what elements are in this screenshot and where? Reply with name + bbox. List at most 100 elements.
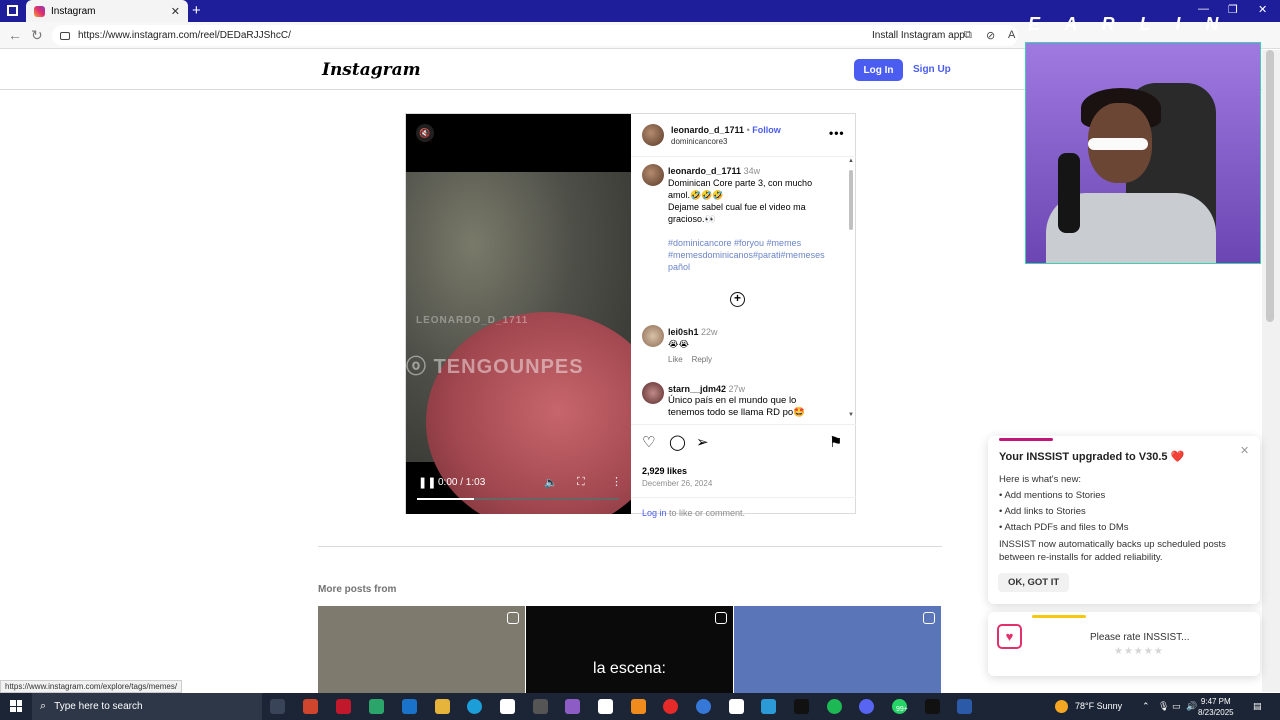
spotify-icon[interactable]: [827, 699, 842, 714]
restore-icon[interactable]: ❐: [1228, 3, 1238, 16]
load-more-comments-icon[interactable]: +: [730, 292, 745, 307]
login-link[interactable]: Log in: [642, 508, 667, 518]
start-icon[interactable]: [10, 700, 22, 712]
weather-text[interactable]: 78°F Sunny: [1075, 701, 1122, 711]
lock-icon: [60, 31, 70, 40]
fullscreen-icon[interactable]: ⛶: [577, 476, 585, 489]
hashtag-line[interactable]: #dominicancore #foryou #memes: [668, 237, 840, 249]
notification-icon[interactable]: ▤: [1253, 701, 1262, 712]
page-scrollbar[interactable]: [1262, 50, 1280, 692]
mute-icon[interactable]: 🔇: [416, 124, 434, 142]
video-options-icon[interactable]: ⋮: [611, 475, 622, 488]
signup-button[interactable]: Sign Up: [913, 64, 951, 75]
outlook-icon[interactable]: [402, 699, 417, 714]
app-icon[interactable]: [794, 699, 809, 714]
scroll-up-icon[interactable]: ▲: [848, 158, 854, 164]
window-menu-icon[interactable]: [7, 5, 18, 16]
tab-instagram[interactable]: Instagram ✕: [26, 0, 188, 22]
author-username[interactable]: leonardo_d_1711: [671, 125, 744, 135]
more-post-thumb[interactable]: [734, 606, 941, 694]
video-progress-fill: [417, 498, 474, 500]
file-explorer-icon[interactable]: [435, 699, 450, 714]
comment-avatar[interactable]: [642, 325, 664, 347]
rating-stars[interactable]: ★★★★★: [1114, 646, 1164, 657]
close-window-icon[interactable]: ✕: [1258, 3, 1267, 16]
instagram-logo[interactable]: Instagram: [322, 60, 421, 80]
caption-line: gracioso.👀: [668, 214, 716, 224]
tray-chevron-icon[interactable]: ⌃: [1142, 701, 1150, 712]
app-icon[interactable]: [598, 699, 613, 714]
author-avatar[interactable]: [642, 124, 664, 146]
app-icon[interactable]: [533, 699, 548, 714]
follow-button[interactable]: Follow: [752, 125, 781, 135]
hashtag-line[interactable]: #memesdominicanos#parati#memeses: [668, 249, 840, 261]
task-view-icon[interactable]: [270, 699, 285, 714]
volume-muted-icon[interactable]: 🔈: [544, 476, 558, 489]
reel-icon: [507, 612, 519, 624]
app-icon[interactable]: [500, 699, 515, 714]
reel-video[interactable]: LEONARDO_D_1711 ⓞ TENGOUNPES 🔇 ❚❚ 0:00 /…: [406, 114, 631, 514]
close-tab-icon[interactable]: ✕: [171, 5, 180, 18]
edge-icon[interactable]: [467, 699, 482, 714]
store-icon[interactable]: [369, 699, 384, 714]
windows-taskbar: ⌕ Type here to search 99+ 78°F Sunny ⌃ 🎙…: [0, 693, 1280, 720]
weather-sun-icon[interactable]: [1055, 700, 1068, 713]
youtube-icon[interactable]: [663, 699, 678, 714]
video-progress-bar[interactable]: [417, 498, 619, 500]
volume-icon[interactable]: 🔊: [1186, 701, 1197, 712]
hashtag-line[interactable]: pañol: [668, 261, 840, 273]
taskbar-clock[interactable]: 9:47 PM 8/23/2025: [1198, 696, 1234, 718]
login-button[interactable]: Log In: [854, 59, 903, 81]
app-icon[interactable]: [761, 699, 776, 714]
tiktok-icon[interactable]: [925, 699, 940, 714]
app-icon[interactable]: [565, 699, 580, 714]
stream-title: E A R L I N: [1028, 14, 1229, 34]
page-scroll-thumb[interactable]: [1266, 50, 1274, 322]
comment-avatar[interactable]: [642, 382, 664, 404]
app-icon[interactable]: [303, 699, 318, 714]
app-icon[interactable]: [696, 699, 711, 714]
feature-item: • Add links to Stories: [999, 506, 1086, 517]
share-icon[interactable]: ➢: [696, 433, 709, 451]
app-icon[interactable]: [957, 699, 972, 714]
microphone-icon[interactable]: 🎙: [1158, 701, 1169, 712]
comment-reply-link[interactable]: Reply: [692, 355, 712, 364]
refresh-icon[interactable]: ↻: [31, 27, 43, 44]
likes-count[interactable]: 2,929 likes: [642, 466, 687, 476]
app-icon[interactable]: [729, 699, 744, 714]
ok-got-it-button[interactable]: OK, GOT IT: [998, 573, 1070, 592]
network-icon[interactable]: ▭: [1172, 701, 1181, 712]
post-date: December 26, 2024: [642, 479, 713, 488]
more-options-icon[interactable]: •••: [829, 126, 845, 140]
post-author-bar: leonardo_d_1711 • Follow dominicancore3 …: [631, 114, 856, 157]
close-icon[interactable]: ✕: [1240, 444, 1249, 457]
scroll-down-icon[interactable]: ▼: [848, 412, 854, 418]
comment-like-link[interactable]: Like: [668, 355, 683, 364]
back-icon[interactable]: ←: [8, 27, 22, 43]
save-bookmark-icon[interactable]: ⚑: [829, 433, 842, 451]
more-post-thumb[interactable]: [318, 606, 525, 694]
comment-text: Único país en el mundo que lo: [668, 395, 797, 406]
like-heart-icon[interactable]: ♡: [642, 433, 655, 451]
install-app-link[interactable]: Install Instagram app: [872, 30, 965, 41]
author-subtitle[interactable]: dominicancore3: [671, 137, 727, 146]
comment-text: tenemos todo se llama RD po🤩: [668, 407, 805, 418]
rate-text: Please rate INSSIST...: [1090, 632, 1190, 643]
comments-scroll-thumb[interactable]: [849, 170, 853, 230]
comment-username[interactable]: starn__jdm42: [668, 384, 726, 394]
new-tab-icon[interactable]: +: [192, 2, 201, 19]
read-aloud-icon[interactable]: A: [1008, 29, 1015, 41]
taskbar-search[interactable]: ⌕ Type here to search: [32, 693, 262, 720]
pause-icon[interactable]: ❚❚: [418, 476, 436, 489]
comment-username[interactable]: lei0sh1: [668, 327, 699, 337]
caption-avatar[interactable]: [642, 164, 664, 186]
more-post-thumb[interactable]: la escena:: [526, 606, 733, 694]
caption-username[interactable]: leonardo_d_1711: [668, 166, 741, 176]
comment-icon[interactable]: ◯: [669, 433, 686, 451]
app-icon[interactable]: [631, 699, 646, 714]
comments-scrollbar[interactable]: ▲ ▼: [848, 158, 854, 422]
app-install-icon[interactable]: ⧉: [964, 29, 972, 42]
app-icon[interactable]: [336, 699, 351, 714]
tracking-icon[interactable]: ⊘: [986, 29, 995, 42]
discord-icon[interactable]: [859, 699, 874, 714]
